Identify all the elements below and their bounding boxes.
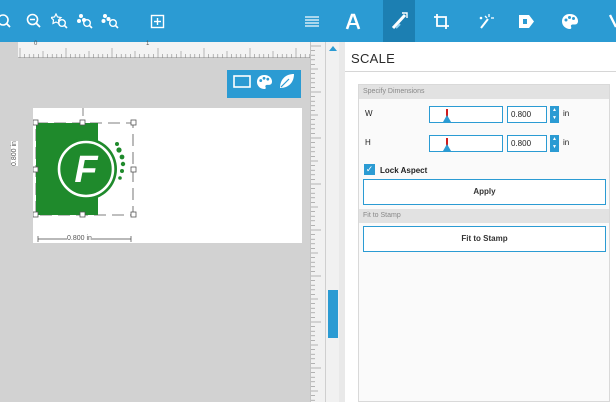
zoom-all-icon[interactable] xyxy=(98,0,122,42)
ruler-label-0: 0 xyxy=(34,41,38,47)
lock-aspect-checkbox[interactable]: ✓ xyxy=(364,164,375,175)
logo[interactable]: F xyxy=(36,123,128,215)
height-input[interactable]: 0.800 xyxy=(507,135,547,152)
stamp-area[interactable]: F 0.800 in 0.800 in xyxy=(11,108,302,243)
width-slider-marker-icon xyxy=(443,115,451,122)
height-spinner[interactable]: ▲ ▼ xyxy=(550,135,559,152)
width-spinner[interactable]: ▲ ▼ xyxy=(550,106,559,123)
app-window: 0 1 F 0.800 in 0.800 in SCALE Specify Di… xyxy=(0,0,616,402)
width-input[interactable]: 0.800 xyxy=(507,106,547,123)
more-tool-icon[interactable] xyxy=(604,0,616,42)
stamp-tag-icon[interactable] xyxy=(514,0,538,42)
design-canvas[interactable]: 0 1 F 0.800 in 0.800 in xyxy=(0,41,328,402)
height-dimension-label: 0.800 in xyxy=(11,141,18,166)
panel-title: SCALE xyxy=(351,51,396,66)
text-lines-icon[interactable] xyxy=(300,0,324,42)
zoom-out-icon[interactable] xyxy=(24,0,44,42)
fit-to-stamp-header: Fit to Stamp xyxy=(359,209,609,223)
leaf-icon[interactable] xyxy=(278,73,295,95)
frame-icon[interactable] xyxy=(147,0,167,42)
palette-icon[interactable] xyxy=(256,74,273,95)
color-tools-bar xyxy=(227,70,301,98)
lock-aspect-label: Lock Aspect xyxy=(380,166,428,175)
vertical-scrollbar[interactable] xyxy=(325,42,339,402)
horizontal-ruler: 0 1 xyxy=(18,41,311,58)
scale-panel: SCALE Specify Dimensions W 0.800 ▲ ▼ in H… xyxy=(345,42,616,402)
text-icon[interactable] xyxy=(341,0,365,42)
zoom-fit-icon[interactable] xyxy=(48,0,70,42)
height-unit: in xyxy=(563,138,570,147)
apply-button[interactable]: Apply xyxy=(363,179,606,205)
palette-icon[interactable] xyxy=(557,0,583,42)
rectangle-icon[interactable] xyxy=(232,75,251,93)
fit-to-stamp-button[interactable]: Fit to Stamp xyxy=(363,226,606,252)
magic-wand-icon[interactable] xyxy=(473,0,497,42)
transform-icon[interactable] xyxy=(383,0,415,42)
zoom-in-icon[interactable] xyxy=(0,0,14,42)
crop-icon[interactable] xyxy=(429,0,453,42)
logo-letter: F xyxy=(74,149,99,191)
height-label: H xyxy=(365,138,371,147)
specify-dimensions-header: Specify Dimensions xyxy=(359,85,609,99)
height-slider-marker-icon xyxy=(443,144,451,151)
zoom-selection-icon[interactable] xyxy=(73,0,95,42)
width-unit: in xyxy=(563,109,570,118)
width-label: W xyxy=(365,109,373,118)
width-dimension-label: 0.800 in xyxy=(67,235,92,242)
scale-options: Specify Dimensions W 0.800 ▲ ▼ in H 0.800… xyxy=(358,84,610,402)
panel-header: SCALE xyxy=(345,42,616,72)
vertical-ruler-left xyxy=(0,58,18,402)
toolbar xyxy=(0,0,616,42)
scrollbar-thumb[interactable] xyxy=(328,290,338,338)
ruler-label-1: 1 xyxy=(146,41,150,47)
height-slider[interactable] xyxy=(429,135,503,152)
width-slider[interactable] xyxy=(429,106,503,123)
